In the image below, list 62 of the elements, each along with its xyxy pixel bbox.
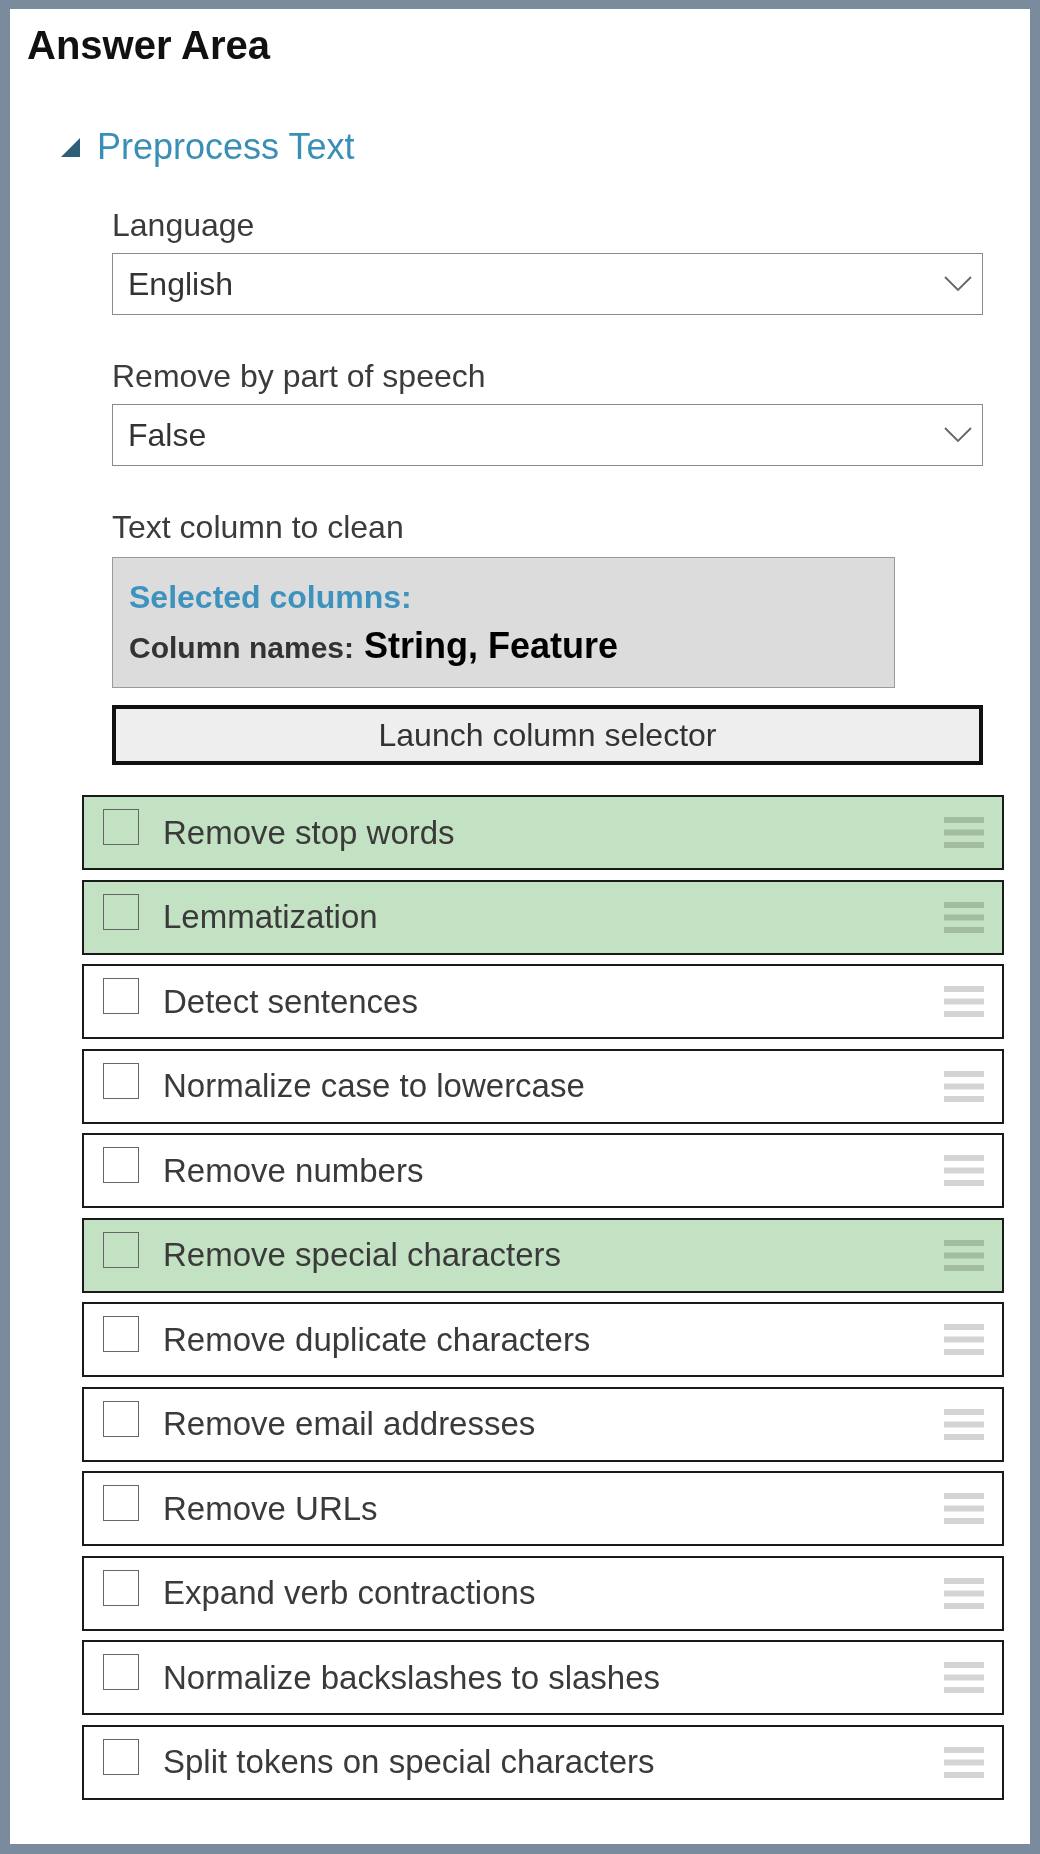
checkbox[interactable] xyxy=(103,1654,139,1690)
checkbox[interactable] xyxy=(103,1062,139,1099)
drag-handle-icon[interactable] xyxy=(944,1746,984,1778)
drag-handle-icon[interactable] xyxy=(944,1070,984,1102)
option-label: Expand verb contractions xyxy=(163,1574,537,1612)
field-label: Remove by part of speech xyxy=(112,357,486,395)
chevron-down-icon[interactable] xyxy=(944,427,972,443)
option-row[interactable]: Remove numbers xyxy=(82,1133,1004,1208)
option-row[interactable]: Remove duplicate characters xyxy=(82,1302,1004,1377)
selected-columns-heading: Selected columns: xyxy=(129,578,412,615)
field-label: Text column to clean xyxy=(112,508,404,546)
checkbox[interactable] xyxy=(103,1738,139,1775)
dropdown[interactable]: False xyxy=(112,404,983,466)
option-row[interactable]: Normalize case to lowercase xyxy=(82,1048,1004,1124)
drag-handle-icon[interactable] xyxy=(944,817,984,848)
option-label: Remove URLs xyxy=(163,1489,379,1528)
chevron-down-icon[interactable] xyxy=(944,276,972,292)
option-label: Remove stop words xyxy=(163,813,456,852)
field-label: Language xyxy=(112,206,255,244)
column-names-value: String, Feature xyxy=(364,624,619,667)
drag-handle-icon[interactable] xyxy=(944,1408,984,1440)
section-title[interactable]: Preprocess Text xyxy=(97,126,355,168)
drag-handle-icon[interactable] xyxy=(944,1239,984,1271)
checkbox[interactable] xyxy=(103,978,139,1014)
expanded-triangle-icon[interactable] xyxy=(61,137,80,157)
checkbox[interactable] xyxy=(103,1569,139,1606)
option-row[interactable]: Split tokens on special characters xyxy=(82,1724,1004,1800)
checkbox[interactable] xyxy=(103,1400,139,1437)
column-names-label: Column names: xyxy=(129,630,355,665)
dropdown[interactable]: English xyxy=(112,253,983,315)
drag-handle-icon[interactable] xyxy=(944,1577,984,1609)
option-row[interactable]: Remove stop words xyxy=(82,795,1004,870)
option-label: Split tokens on special characters xyxy=(163,1743,656,1781)
drag-handle-icon[interactable] xyxy=(944,901,984,933)
drag-handle-icon[interactable] xyxy=(944,1493,984,1524)
page-title: Answer Area xyxy=(27,22,271,68)
option-row[interactable]: Detect sentences xyxy=(82,964,1004,1039)
drag-handle-icon[interactable] xyxy=(944,986,984,1017)
option-label: Detect sentences xyxy=(163,982,419,1021)
checkbox[interactable] xyxy=(103,809,139,845)
option-label: Remove email addresses xyxy=(163,1405,537,1443)
option-row[interactable]: Expand verb contractions xyxy=(82,1555,1004,1631)
option-label: Remove numbers xyxy=(163,1151,425,1190)
drag-handle-icon[interactable] xyxy=(944,1662,984,1693)
checkbox[interactable] xyxy=(103,1485,139,1521)
drag-handle-icon[interactable] xyxy=(944,1324,984,1355)
checkbox[interactable] xyxy=(103,1316,139,1352)
option-label: Normalize backslashes to slashes xyxy=(163,1658,662,1697)
drag-handle-icon[interactable] xyxy=(944,1155,984,1186)
option-row[interactable]: Normalize backslashes to slashes xyxy=(82,1640,1004,1715)
option-row[interactable]: Remove email addresses xyxy=(82,1386,1004,1462)
option-row[interactable]: Lemmatization xyxy=(82,879,1004,955)
checkbox[interactable] xyxy=(103,893,139,930)
option-row[interactable]: Remove URLs xyxy=(82,1471,1004,1546)
option-row[interactable]: Remove special characters xyxy=(82,1217,1004,1293)
checkbox[interactable] xyxy=(103,1147,139,1183)
option-label: Lemmatization xyxy=(163,898,379,936)
column-selector-button[interactable]: Launch column selector xyxy=(112,705,983,765)
option-label: Normalize case to lowercase xyxy=(163,1067,586,1105)
option-label: Remove duplicate characters xyxy=(163,1320,592,1359)
option-label: Remove special characters xyxy=(163,1236,562,1274)
checkbox[interactable] xyxy=(103,1231,139,1268)
